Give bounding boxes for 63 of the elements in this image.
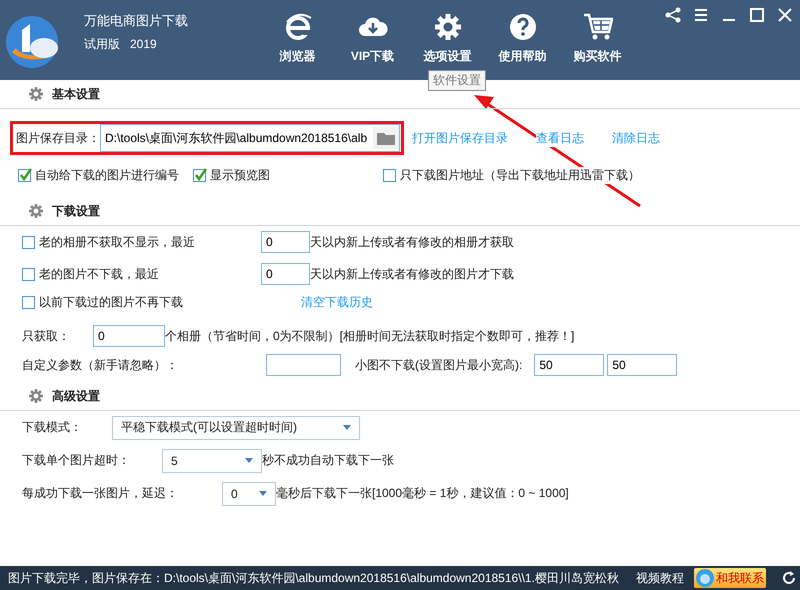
section-title: 下载设置 <box>52 202 100 220</box>
input-field[interactable]: 0 <box>261 231 310 253</box>
checkbox[interactable] <box>22 236 35 248</box>
path-field[interactable]: D:\tools\桌面\河东软件园\albumdown2018516\alb <box>100 124 400 152</box>
input-field[interactable]: 50 <box>534 354 604 376</box>
field-suffix: 天以内新上传或者有修改的相册才获取 <box>310 234 514 250</box>
dropdown[interactable]: 5 <box>162 448 262 472</box>
caret-icon <box>259 491 267 496</box>
checkbox-label: 显示预览图 <box>210 166 270 184</box>
input-field[interactable] <box>266 354 341 376</box>
input-field[interactable]: 0 <box>261 263 310 285</box>
link[interactable]: 视频教程 <box>636 570 684 586</box>
gear-icon <box>28 203 44 219</box>
gear-icon <box>28 86 44 102</box>
toolbar-button[interactable]: 选项设置 <box>410 0 485 70</box>
field-label: 下载模式： <box>22 419 83 436</box>
checkbox-label: 老的图片不下载，最近 <box>39 266 159 282</box>
checkbox[interactable] <box>18 168 31 182</box>
field-label: 图片保存目录： <box>16 130 100 146</box>
maximize-icon[interactable] <box>748 6 766 24</box>
field-suffix: 个相册（节省时间，0为不限制）[相册时间无法获取时指定个数即可，推荐！] <box>165 328 574 344</box>
cart-icon <box>582 12 612 42</box>
field-label: 每成功下载一张图片，延迟： <box>22 485 179 502</box>
section-title: 高级设置 <box>52 388 100 404</box>
checkbox-label: 老的相册不获取不显示，最近 <box>39 234 195 250</box>
refresh-icon[interactable] <box>782 571 796 585</box>
edition-label: 试用版 2019 <box>84 36 158 53</box>
toolbar-button[interactable]: 购买软件 <box>560 0 635 70</box>
field-suffix: 毫秒后下载下一张[1000毫秒 = 1秒，建议值：0 ~ 1000] <box>276 485 569 502</box>
field-label: 小图不下载(设置图片最小宽高): <box>355 356 522 374</box>
section-title: 基本设置 <box>52 86 100 102</box>
settings-icon <box>432 12 462 42</box>
dropdown[interactable]: 0 <box>222 482 276 506</box>
menu-icon[interactable] <box>692 6 710 24</box>
dropdown[interactable]: 平稳下载模式(可以设置超时时间) <box>112 416 360 440</box>
toolbar-button[interactable]: 浏览器 <box>260 0 335 70</box>
input-field[interactable]: 50 <box>607 354 678 376</box>
status-message: 图片下载完毕，图片保存在：D:\tools\桌面\河东软件园\albumdown2018516\albumdown2018516\\1.樱田川岛宽松秋 <box>8 570 620 586</box>
app-title: 万能电商图片下载 <box>84 12 189 30</box>
caret-icon <box>245 458 253 463</box>
gear-icon <box>28 388 44 404</box>
checkbox[interactable] <box>383 168 396 182</box>
checkbox-label: 以前下载过的图片不再下载 <box>39 294 183 310</box>
contact-button[interactable]: 和我联系 <box>694 568 766 588</box>
checkbox-label: 自动给下载的图片进行编号 <box>35 166 179 184</box>
caret-icon <box>343 425 351 430</box>
field-label: 下载单个图片超时： <box>22 452 131 469</box>
checkbox[interactable] <box>193 168 206 182</box>
toolbar-button[interactable]: 使用帮助 <box>485 0 560 70</box>
share-icon[interactable] <box>664 6 682 24</box>
field-label: 只获取： <box>22 328 71 344</box>
toolbar-button[interactable]: VIP下载 <box>335 0 410 70</box>
field-suffix: 秒不成功自动下载下一张 <box>262 452 394 469</box>
close-icon[interactable] <box>776 6 794 24</box>
field-label: 自定义参数（新手请忽略）： <box>22 356 179 374</box>
contact-icon <box>695 568 715 588</box>
checkbox[interactable] <box>22 296 35 308</box>
folder-icon[interactable] <box>373 127 399 149</box>
checkbox[interactable] <box>22 268 35 280</box>
input-field[interactable]: 0 <box>93 325 165 347</box>
field-suffix: 天以内新上传或者有修改的图片才下载 <box>310 266 514 282</box>
tooltip: 软件设置 <box>428 70 486 91</box>
help-icon <box>508 12 538 42</box>
